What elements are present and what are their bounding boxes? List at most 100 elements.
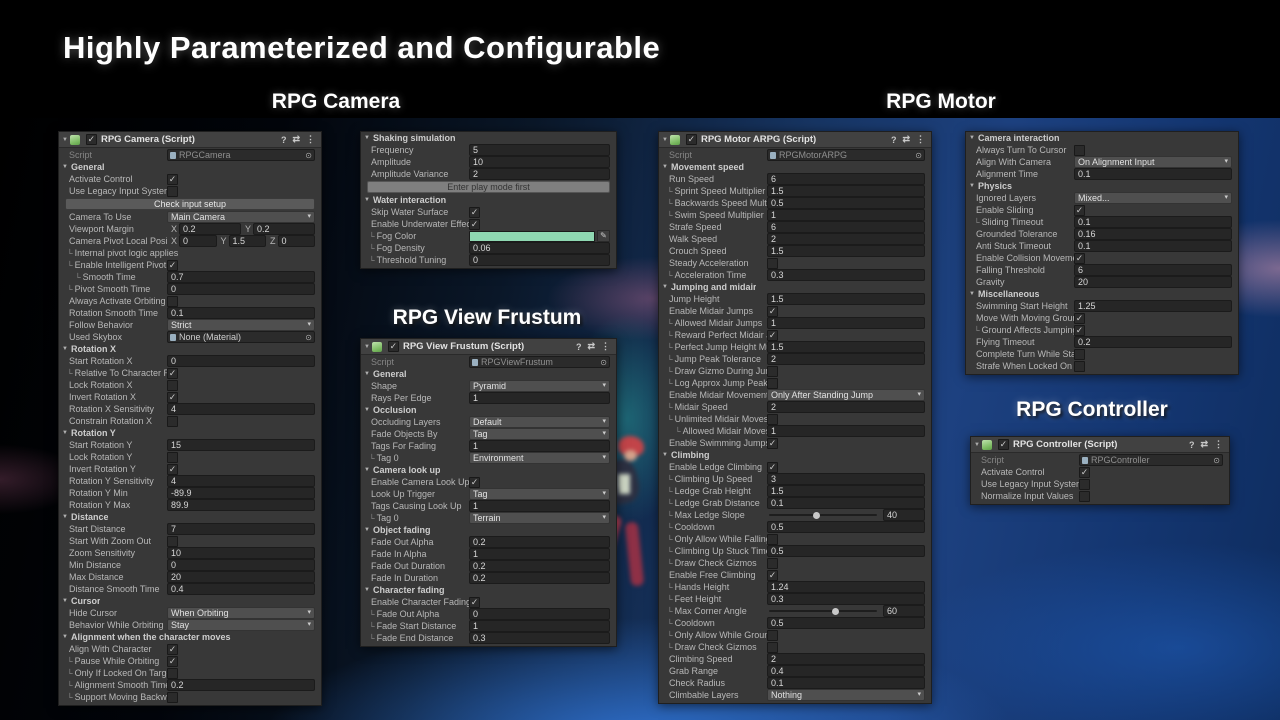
checkbox[interactable]: ✓ (469, 597, 480, 608)
dropdown[interactable]: Pyramid▾ (469, 380, 610, 392)
text-field[interactable]: 0.2 (469, 536, 610, 548)
text-field[interactable]: 89.9 (167, 499, 315, 511)
checkbox[interactable] (767, 630, 778, 641)
menu-icon[interactable]: ⋮ (1214, 439, 1223, 450)
checkbox[interactable]: ✓ (1074, 313, 1085, 324)
dropdown[interactable]: On Alignment Input▾ (1074, 156, 1232, 168)
checkbox[interactable] (767, 378, 778, 389)
object-field[interactable]: None (Material)⊙ (167, 331, 315, 343)
text-field[interactable]: 5 (469, 144, 610, 156)
text-field[interactable]: 3 (767, 473, 925, 485)
object-field[interactable]: RPGController⊙ (1079, 454, 1223, 466)
dropdown[interactable]: Tag▾ (469, 488, 610, 500)
text-field[interactable]: 0.5 (767, 617, 925, 629)
text-field[interactable]: 0.2 (469, 560, 610, 572)
object-field[interactable]: RPGViewFrustum⊙ (469, 356, 610, 368)
checkbox[interactable]: ✓ (767, 306, 778, 317)
text-field[interactable]: 1.5 (767, 185, 925, 197)
checkbox[interactable]: ✓ (1079, 467, 1090, 478)
text-field[interactable]: 1 (767, 317, 925, 329)
checkbox[interactable] (167, 416, 178, 427)
dropdown[interactable]: Strict▾ (167, 319, 315, 331)
text-field[interactable]: 0.4 (767, 665, 925, 677)
text-field[interactable]: 0 (469, 254, 610, 266)
dropdown[interactable]: Main Camera▾ (167, 211, 315, 223)
text-field[interactable]: 0.1 (167, 307, 315, 319)
foldout-arrow-icon[interactable]: ▼ (659, 164, 671, 170)
foldout-arrow-icon[interactable]: ▼ (966, 135, 978, 141)
object-field[interactable]: RPGMotorARPG⊙ (767, 149, 925, 161)
slider-handle[interactable] (832, 608, 839, 615)
checkbox[interactable]: ✓ (167, 260, 178, 271)
help-icon[interactable]: ? (891, 135, 897, 145)
text-field[interactable]: 2 (767, 653, 925, 665)
component-enabled-checkbox[interactable]: ✓ (388, 341, 399, 352)
text-field[interactable]: 1.25 (1074, 300, 1232, 312)
checkbox[interactable] (167, 452, 178, 463)
text-field[interactable]: 1 (469, 548, 610, 560)
text-field[interactable]: 0.1 (1074, 216, 1232, 228)
text-field[interactable]: 1.5 (767, 341, 925, 353)
text-field[interactable]: 0.4 (167, 583, 315, 595)
text-field[interactable]: 1 (767, 209, 925, 221)
help-icon[interactable]: ? (576, 342, 582, 352)
text-field[interactable]: 0.2 (167, 679, 315, 691)
text-field[interactable]: 7 (167, 523, 315, 535)
checkbox[interactable]: ✓ (167, 656, 178, 667)
text-field[interactable]: 1 (469, 500, 610, 512)
checkbox[interactable]: ✓ (167, 392, 178, 403)
presets-icon[interactable]: ⇄ (902, 134, 910, 145)
text-field[interactable]: 0.5 (767, 545, 925, 557)
foldout-arrow-icon[interactable]: ▼ (59, 634, 71, 640)
text-field[interactable]: 1.5 (767, 245, 925, 257)
text-field[interactable]: 1.5 (767, 293, 925, 305)
foldout-arrow-icon[interactable]: ▼ (659, 284, 671, 290)
text-field[interactable]: 0.3 (767, 593, 925, 605)
foldout-arrow-icon[interactable]: ▼ (361, 135, 373, 141)
text-field[interactable]: 0 (469, 608, 610, 620)
component-enabled-checkbox[interactable]: ✓ (86, 134, 97, 145)
object-picker-icon[interactable]: ⊙ (600, 358, 607, 367)
axis-field[interactable]: 0.2 (179, 223, 241, 235)
slider-value-field[interactable]: 60 (883, 605, 925, 617)
foldout-arrow-icon[interactable]: ▼ (361, 467, 373, 473)
text-field[interactable]: 1 (469, 620, 610, 632)
text-field[interactable]: 20 (167, 571, 315, 583)
foldout-arrow-icon[interactable]: ▼ (659, 452, 671, 458)
slider-value-field[interactable]: 40 (883, 509, 925, 521)
text-field[interactable]: 1 (767, 425, 925, 437)
text-field[interactable]: 2 (767, 353, 925, 365)
checkbox[interactable] (1074, 145, 1085, 156)
checkbox[interactable]: ✓ (469, 219, 480, 230)
checkbox[interactable]: ✓ (469, 477, 480, 488)
object-field[interactable]: RPGCamera⊙ (167, 149, 315, 161)
checkbox[interactable]: ✓ (1074, 205, 1085, 216)
menu-icon[interactable]: ⋮ (306, 134, 315, 145)
object-picker-icon[interactable]: ⊙ (915, 151, 922, 160)
presets-icon[interactable]: ⇄ (587, 341, 595, 352)
checkbox[interactable] (167, 296, 178, 307)
slider-handle[interactable] (813, 512, 820, 519)
text-field[interactable]: 0.5 (767, 197, 925, 209)
text-field[interactable]: 6 (767, 221, 925, 233)
dropdown[interactable]: When Orbiting▾ (167, 607, 315, 619)
text-field[interactable]: 0.2 (1074, 336, 1232, 348)
dropdown[interactable]: Only After Standing Jump▾ (767, 389, 925, 401)
checkbox[interactable] (1074, 349, 1085, 360)
text-field[interactable]: 0 (167, 283, 315, 295)
text-field[interactable]: 0.1 (767, 677, 925, 689)
text-field[interactable]: 15 (167, 439, 315, 451)
text-field[interactable]: 0.1 (767, 497, 925, 509)
axis-field[interactable]: 0 (179, 235, 216, 247)
text-field[interactable]: 1.5 (767, 485, 925, 497)
checkbox[interactable] (767, 534, 778, 545)
text-field[interactable]: 0.3 (767, 269, 925, 281)
dropdown[interactable]: Nothing▾ (767, 689, 925, 701)
checkbox[interactable]: ✓ (167, 174, 178, 185)
text-field[interactable]: 0.1 (1074, 240, 1232, 252)
foldout-arrow-icon[interactable]: ▼ (59, 598, 71, 604)
help-icon[interactable]: ? (1189, 440, 1195, 450)
foldout-arrow-icon[interactable]: ▼ (361, 527, 373, 533)
foldout-arrow-icon[interactable]: ▼ (361, 371, 373, 377)
checkbox[interactable] (167, 380, 178, 391)
